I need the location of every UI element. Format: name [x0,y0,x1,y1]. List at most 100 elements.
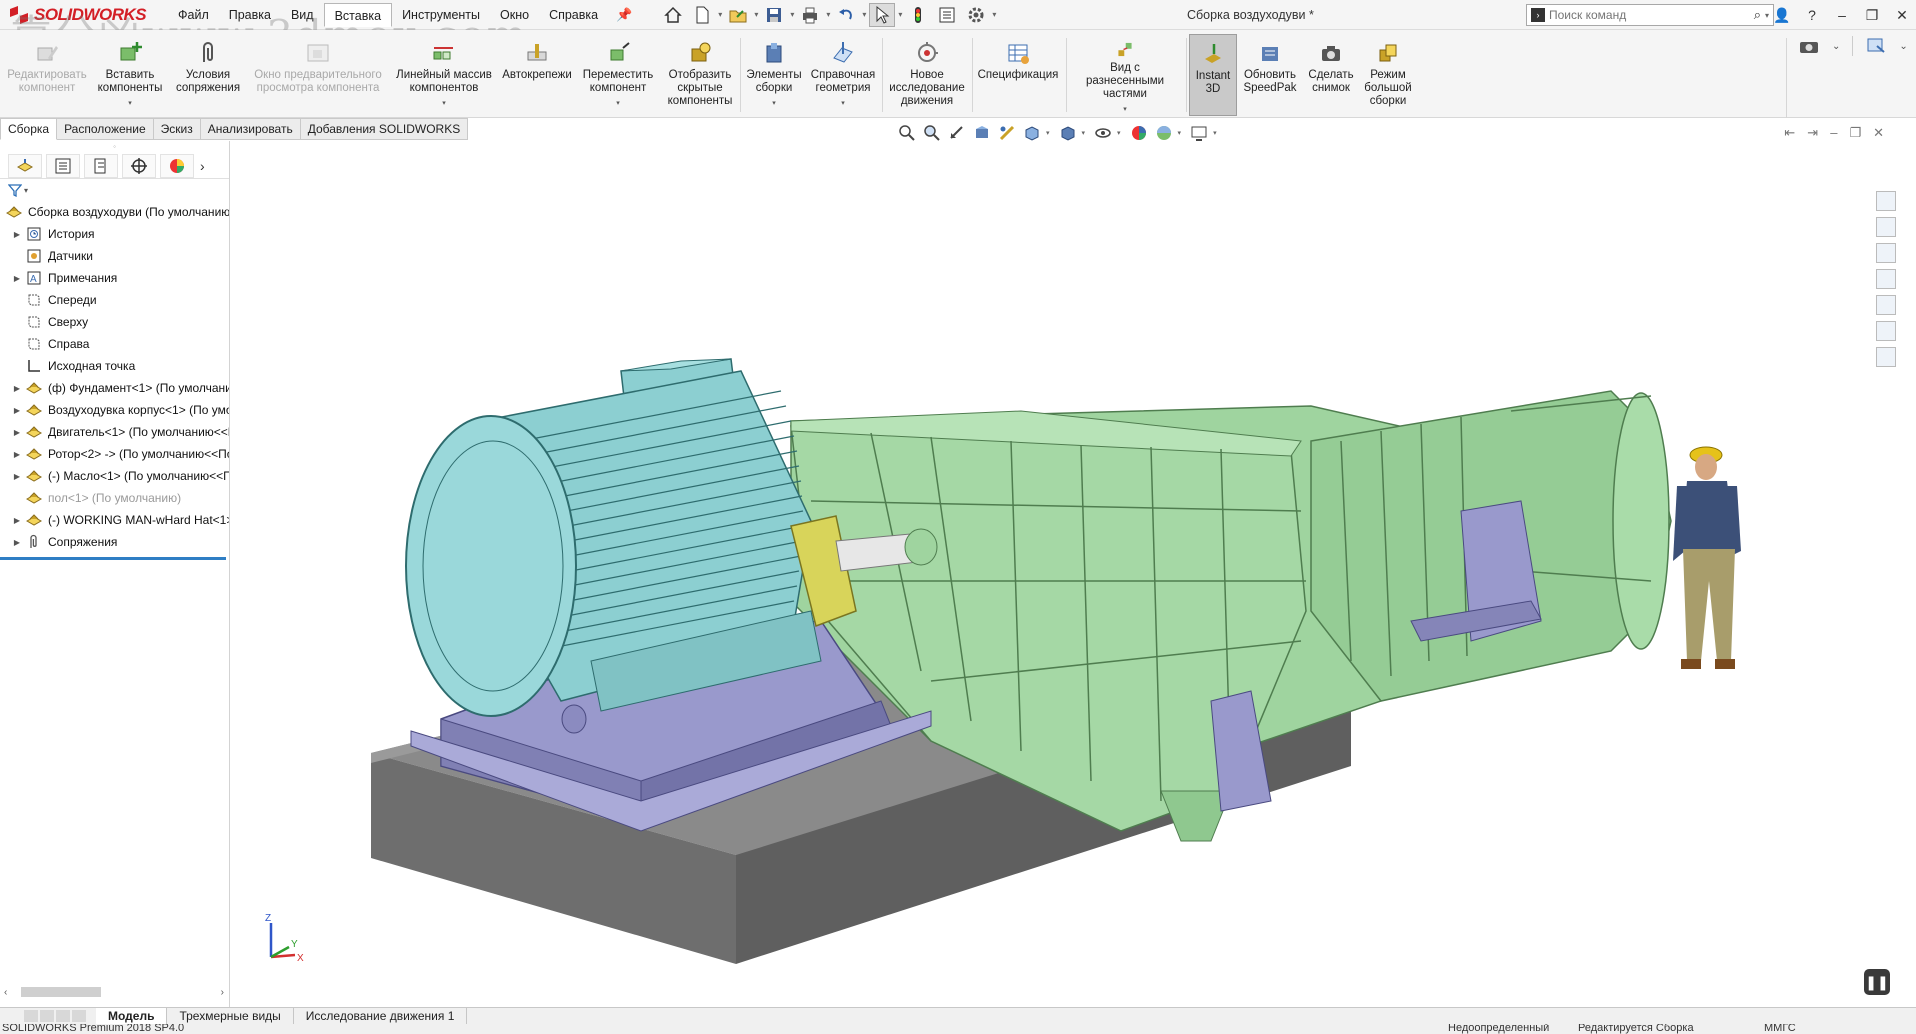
print-dropdown-icon[interactable]: ▾ [826,10,830,19]
tree-item[interactable]: пол<1> (По умолчанию) [0,487,229,509]
reference-geometry-dropdown-icon[interactable]: ▾ [841,97,845,110]
search-mode-icon[interactable]: › [1531,8,1545,22]
mate-button[interactable]: Условия сопряжения [170,34,246,116]
scroll-left-icon[interactable]: ‹ [4,987,7,998]
menu-tools[interactable]: Инструменты [392,3,490,27]
zoom-to-area-icon[interactable] [921,122,943,144]
expand-arrow-icon[interactable]: ▶ [10,406,24,415]
new-document-icon[interactable] [689,3,715,27]
tab-layout[interactable]: Расположение [57,118,154,140]
app-logo[interactable]: SOLIDWORKS [0,0,168,30]
viewport-minimize-icon[interactable]: – [1830,125,1837,141]
expand-arrow-icon[interactable]: ▶ [10,538,24,547]
close-window-icon[interactable]: ✕ [1888,7,1916,24]
expand-arrow-icon[interactable]: ▶ [10,472,24,481]
tab-motion-study[interactable]: Исследование движения 1 [294,1007,468,1025]
rollback-bar[interactable] [0,557,226,560]
bom-button[interactable]: Спецификация [974,34,1062,116]
new-dropdown-icon[interactable]: ▾ [718,10,722,19]
task-pane-design-library-icon[interactable] [1876,217,1896,237]
assembly-features-button[interactable]: Элементы сборки ▾ [742,34,806,116]
viewport-previous-icon[interactable]: ⇤ [1784,125,1795,141]
view-settings-monitor-icon[interactable] [1188,122,1210,144]
open-icon[interactable] [725,3,751,27]
smart-fasteners-button[interactable]: Автокрепежи [498,34,576,116]
rebuild-icon[interactable] [905,3,931,27]
feature-manager-tab[interactable] [8,153,42,178]
menu-help[interactable]: Справка [539,3,608,27]
camera-snapshot-icon[interactable] [1798,36,1820,56]
tree-item[interactable]: ▶ Двигатель<1> (По умолчанию<<По умолчани… [0,421,229,443]
options-dropdown-icon[interactable]: ▾ [992,10,996,19]
scroll-right-icon[interactable]: › [221,987,224,998]
options-gear-icon[interactable] [963,3,989,27]
expand-arrow-icon[interactable]: ▶ [10,516,24,525]
last-tab-icon[interactable] [72,1010,86,1022]
pin-icon[interactable]: 📌 [608,7,640,23]
update-speedpak-button[interactable]: Обновить SpeedPak [1240,34,1300,116]
tree-item[interactable]: Сверху [0,311,229,333]
search-input[interactable] [1549,8,1750,22]
task-pane-forum-icon[interactable] [1876,347,1896,367]
minimize-window-icon[interactable]: – [1828,7,1856,23]
menu-window[interactable]: Окно [490,3,539,27]
select-icon[interactable] [869,2,896,27]
hide-show-dropdown-icon[interactable]: ▾ [1117,129,1121,137]
menu-view[interactable]: Вид [281,3,324,27]
take-snapshot-button[interactable]: Сделать снимок [1304,34,1358,116]
property-manager-tab[interactable] [46,153,80,178]
expand-arrow-icon[interactable]: ▶ [10,428,24,437]
display-style-icon[interactable] [1057,122,1079,144]
first-tab-icon[interactable] [24,1010,38,1022]
component-preview-button[interactable]: Окно предварительного просмотра компонен… [248,34,388,116]
task-pane-custom-properties-icon[interactable] [1876,321,1896,341]
view-settings-dropdown-icon[interactable]: ⌄ [1899,41,1907,52]
print-icon[interactable] [797,3,823,27]
tab-sketch[interactable]: Эскиз [153,118,201,140]
more-tabs-chevron-icon[interactable]: › [200,158,205,174]
user-account-icon[interactable]: 👤 [1768,7,1796,24]
restore-window-icon[interactable]: ❐ [1858,7,1886,24]
display-manager-tab[interactable] [160,153,194,178]
help-icon[interactable]: ? [1798,7,1826,23]
expand-arrow-icon[interactable]: ▶ [10,450,24,459]
undo-icon[interactable] [833,3,859,27]
viewport-restore-icon[interactable]: ❐ [1849,125,1861,141]
zoom-to-fit-icon[interactable] [896,122,918,144]
exploded-view-button[interactable]: Вид с разнесенными частями ▾ [1068,34,1182,116]
tree-horizontal-scrollbar[interactable]: ‹ › [4,985,224,999]
tree-item[interactable]: ▶ A Примечания [0,267,229,289]
large-assembly-button[interactable]: Режим большой сборки [1360,34,1416,116]
command-search[interactable]: › ⌕ ▾ [1526,4,1774,26]
tree-item[interactable]: ▶ (ф) Фундамент<1> (По умолчанию<<По умол… [0,377,229,399]
next-tab-icon[interactable] [56,1010,70,1022]
collapse-ribbon-icon[interactable]: ⌄ [1832,41,1840,52]
view-orientation-icon[interactable] [1021,122,1043,144]
viewport-close-icon[interactable]: ✕ [1873,125,1884,141]
tree-item[interactable]: Справа [0,333,229,355]
save-dropdown-icon[interactable]: ▾ [790,10,794,19]
tree-item[interactable]: ▶ (-) Масло<1> (По умолчанию<<По умолчани… [0,465,229,487]
tree-item[interactable]: ▶ (-) WORKING MAN-wHard Hat<1> (По умолча… [0,509,229,531]
view-settings-dropdown-icon[interactable]: ▾ [1213,129,1217,137]
pause-icon[interactable]: ❚❚ [1864,969,1890,995]
insert-components-dropdown-icon[interactable]: ▾ [128,97,132,110]
save-icon[interactable] [761,3,787,27]
task-pane-file-explorer-icon[interactable] [1876,243,1896,263]
configuration-manager-tab[interactable] [84,153,118,178]
select-dropdown-icon[interactable]: ▾ [898,10,902,19]
dimxpert-tab[interactable] [122,153,156,178]
file-properties-icon[interactable] [934,3,960,27]
graphics-area[interactable]: ▾ ▾ ▾ ▾ ▾ ⇤ ⇥ – ❐ ✕ Z Y X ❚❚ [231,125,1896,1007]
view-orientation-dropdown-icon[interactable]: ▾ [1046,129,1050,137]
open-dropdown-icon[interactable]: ▾ [754,10,758,19]
tree-filter[interactable]: ▾ [0,179,229,201]
view-settings-icon[interactable] [1865,36,1887,56]
home-icon[interactable] [660,3,686,27]
linear-pattern-button[interactable]: Линейный массив компонентов ▾ [392,34,496,116]
tree-item[interactable]: Спереди [0,289,229,311]
tab-3d-views[interactable]: Трехмерные виды [167,1007,294,1025]
section-view-icon[interactable] [971,122,993,144]
status-units[interactable]: ММГС [1764,1024,1796,1034]
assembly-3d-model[interactable] [231,141,1896,1007]
